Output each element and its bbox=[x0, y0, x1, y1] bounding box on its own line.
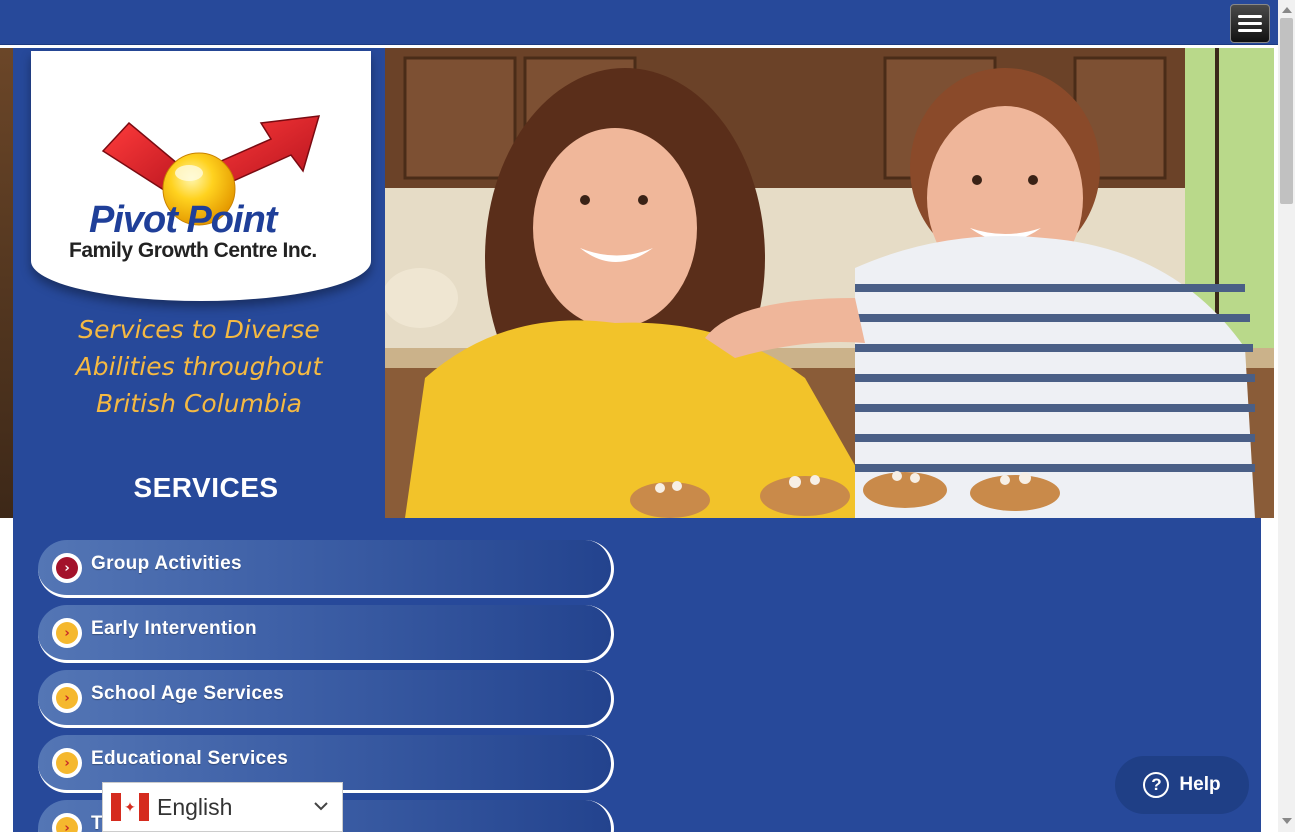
scroll-up-arrow-icon[interactable] bbox=[1282, 7, 1292, 13]
brand-panel: Pivot Point Family Growth Centre Inc. Se… bbox=[13, 48, 385, 518]
logo-name: Pivot Point bbox=[89, 199, 277, 241]
hero-section: Pivot Point Family Growth Centre Inc. Se… bbox=[0, 48, 1274, 518]
services-heading: SERVICES bbox=[133, 472, 279, 503]
chevron-right-circle-icon: › bbox=[52, 683, 82, 713]
service-label: Group Activities bbox=[91, 553, 242, 574]
tagline-line-3: British Columbia bbox=[96, 389, 302, 418]
hero-photo-illustration bbox=[385, 48, 1274, 518]
service-group-activities[interactable]: › Group Activities bbox=[38, 540, 614, 598]
question-circle-icon: ? bbox=[1143, 772, 1170, 798]
pivot-arrow-icon bbox=[101, 115, 321, 226]
chevron-right-circle-icon: › bbox=[52, 553, 82, 583]
chevron-right-circle-icon: › bbox=[52, 813, 82, 832]
help-button[interactable]: ? Help bbox=[1115, 756, 1249, 814]
service-school-age[interactable]: › School Age Services bbox=[38, 670, 614, 728]
language-selector[interactable]: ✦ English bbox=[102, 782, 343, 832]
help-label: Help bbox=[1179, 774, 1221, 795]
tagline-line-2: Abilities throughout bbox=[75, 352, 323, 381]
service-label: Early Intervention bbox=[91, 618, 257, 639]
hero-photo bbox=[385, 48, 1274, 518]
scroll-down-arrow-icon[interactable] bbox=[1282, 818, 1292, 824]
service-label: Educational Services bbox=[91, 748, 289, 769]
chevron-right-circle-icon: › bbox=[52, 748, 82, 778]
hamburger-menu-button[interactable] bbox=[1230, 4, 1270, 43]
top-bar bbox=[0, 0, 1278, 45]
logo[interactable]: Pivot Point Family Growth Centre Inc. bbox=[31, 51, 371, 301]
tagline: Services to Diverse Abilities throughout… bbox=[13, 311, 385, 422]
menu-line bbox=[1238, 15, 1262, 18]
logo-subtitle: Family Growth Centre Inc. bbox=[69, 239, 317, 262]
menu-line bbox=[1238, 22, 1262, 25]
language-label: English bbox=[157, 793, 233, 820]
chevron-right-circle-icon: › bbox=[52, 618, 82, 648]
service-label: School Age Services bbox=[91, 683, 284, 704]
menu-line bbox=[1238, 29, 1262, 32]
vertical-scrollbar[interactable] bbox=[1278, 0, 1295, 832]
chevron-down-icon bbox=[314, 802, 328, 811]
canada-flag-icon: ✦ bbox=[111, 793, 149, 821]
tagline-line-1: Services to Diverse bbox=[78, 315, 320, 344]
hero-photo-edge bbox=[0, 48, 13, 518]
service-early-intervention[interactable]: › Early Intervention bbox=[38, 605, 614, 663]
scrollbar-thumb[interactable] bbox=[1280, 18, 1293, 204]
